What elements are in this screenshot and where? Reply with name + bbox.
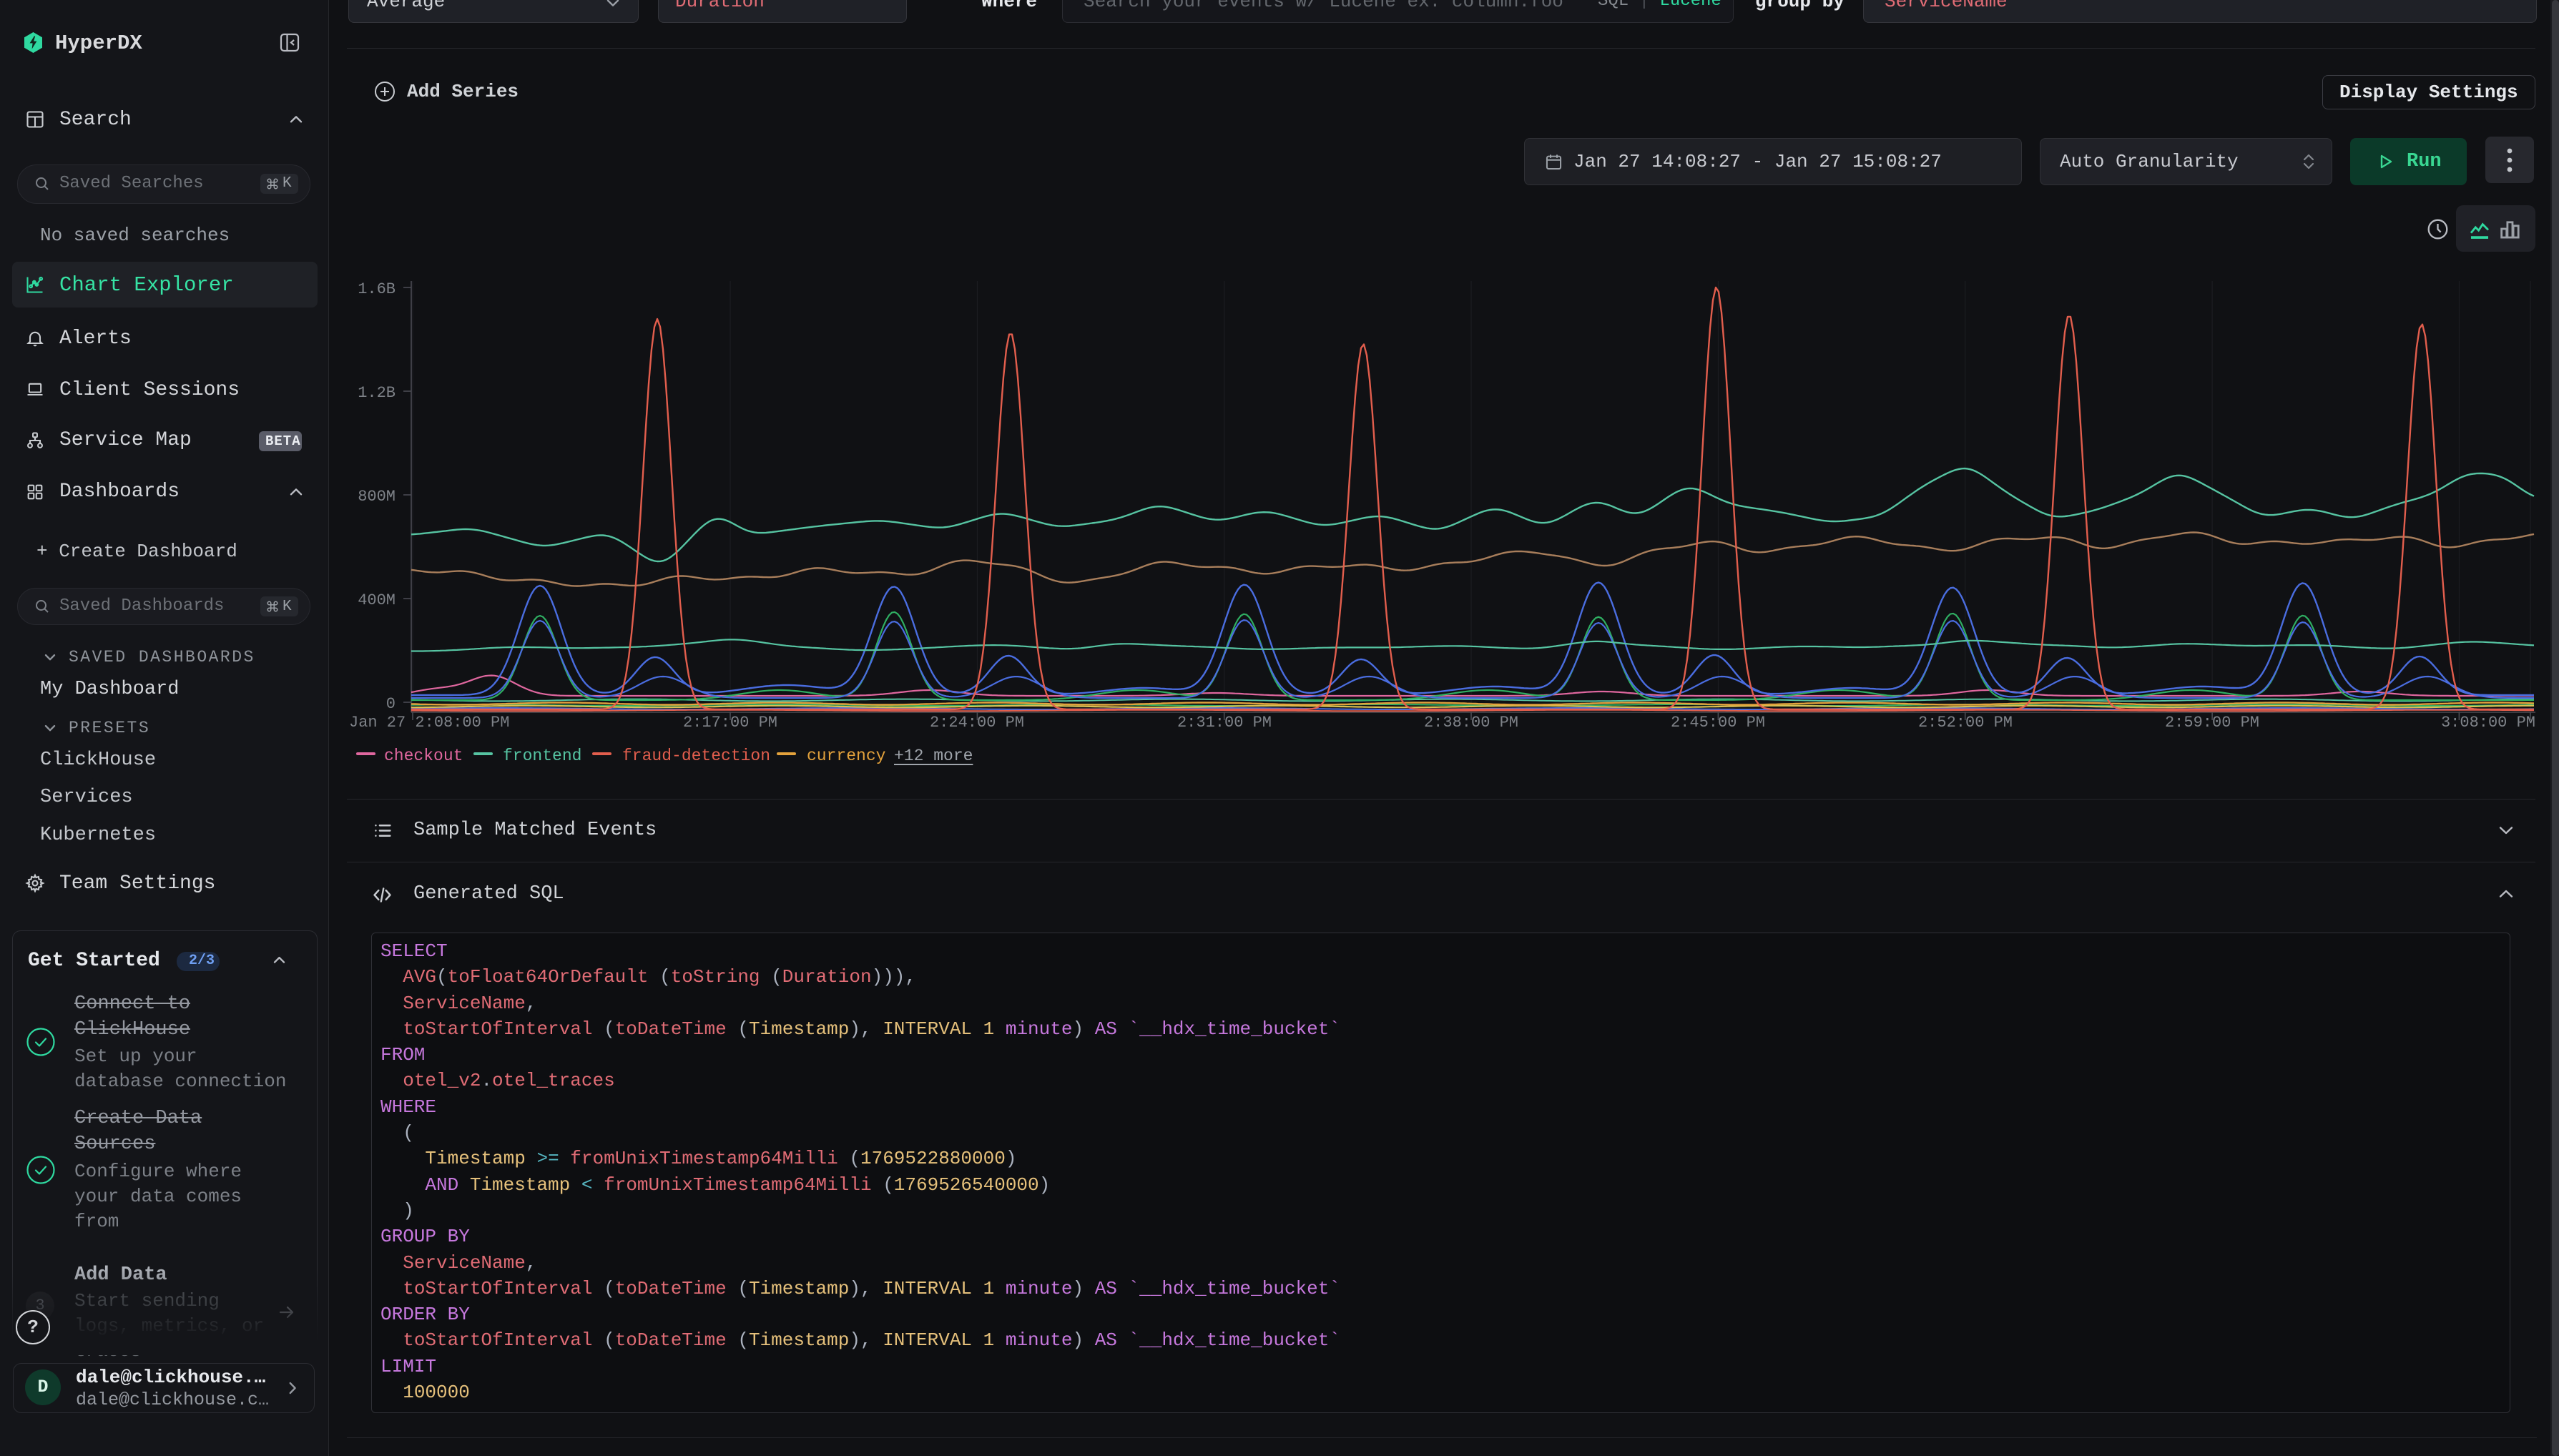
svg-text:2:38:00 PM: 2:38:00 PM <box>1424 714 1518 732</box>
svg-text:3:08:00 PM: 3:08:00 PM <box>2441 714 2535 732</box>
svg-text:Jan 27 2:08:00 PM: Jan 27 2:08:00 PM <box>349 714 509 732</box>
svg-text:2:24:00 PM: 2:24:00 PM <box>930 714 1024 732</box>
svg-text:2:17:00 PM: 2:17:00 PM <box>683 714 777 732</box>
svg-text:400M: 400M <box>358 591 396 609</box>
svg-text:800M: 800M <box>358 488 396 506</box>
svg-text:1.2B: 1.2B <box>358 384 396 402</box>
svg-text:2:52:00 PM: 2:52:00 PM <box>1918 714 2013 732</box>
svg-text:1.6B: 1.6B <box>358 280 396 298</box>
svg-text:2:31:00 PM: 2:31:00 PM <box>1177 714 1272 732</box>
svg-text:0: 0 <box>386 695 396 713</box>
svg-text:2:45:00 PM: 2:45:00 PM <box>1671 714 1765 732</box>
svg-text:2:59:00 PM: 2:59:00 PM <box>2165 714 2259 732</box>
